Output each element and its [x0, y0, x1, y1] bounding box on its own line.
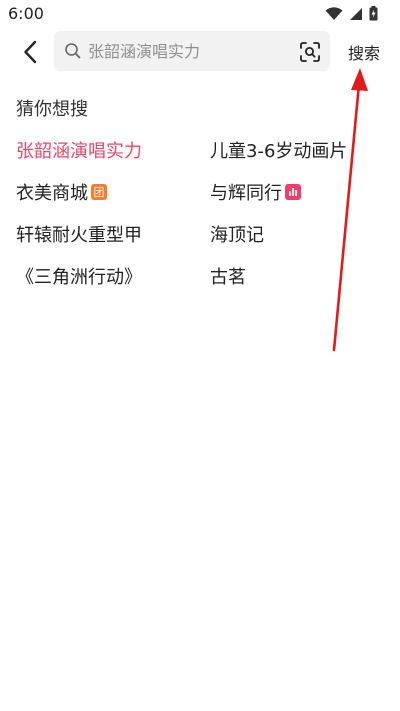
battery-charging-icon [369, 6, 378, 21]
search-header: 搜索 [0, 30, 400, 74]
suggestion-text: 张韶涵演唱实力 [16, 141, 142, 162]
suggestion-item[interactable]: 海顶记 [210, 221, 264, 247]
suggestion-item[interactable]: 古茗 [210, 263, 246, 289]
suggestion-item[interactable]: 与辉同行 [210, 179, 301, 205]
suggestion-text: 《三角洲行动》 [16, 267, 142, 288]
suggestion-text: 古茗 [210, 267, 246, 288]
scan-icon [300, 42, 320, 62]
suggestion-item[interactable]: 《三角洲行动》 [16, 263, 142, 289]
search-box[interactable] [54, 31, 330, 71]
suggestion-text: 与辉同行 [210, 183, 282, 204]
suggestion-item[interactable]: 轩辕耐火重型甲 [16, 221, 142, 247]
suggestions-title: 猜你想搜 [16, 99, 88, 120]
status-icons [325, 6, 378, 21]
suggestion-item[interactable]: 张韶涵演唱实力 [16, 137, 142, 163]
suggestion-item[interactable]: 衣美商城 团 [16, 179, 107, 205]
suggestion-text: 海顶记 [210, 225, 264, 246]
wifi-icon [325, 6, 343, 20]
search-input[interactable] [88, 31, 288, 71]
status-time: 6:00 [8, 4, 44, 23]
back-button[interactable] [16, 38, 44, 66]
suggestion-text: 儿童3-6岁动画片 [210, 141, 348, 162]
suggestion-text: 轩辕耐火重型甲 [16, 225, 142, 246]
suggestion-item[interactable]: 儿童3-6岁动画片 [210, 137, 347, 163]
image-search-button[interactable] [298, 40, 322, 64]
search-icon [65, 43, 81, 59]
signal-icon [350, 7, 362, 20]
chevron-left-icon [24, 40, 37, 64]
chart-icon [285, 184, 301, 200]
group-buy-badge: 团 [91, 184, 107, 200]
search-submit-button[interactable]: 搜索 [348, 40, 380, 64]
suggestion-text: 衣美商城 [16, 183, 88, 204]
status-bar: 6:00 [0, 0, 400, 28]
